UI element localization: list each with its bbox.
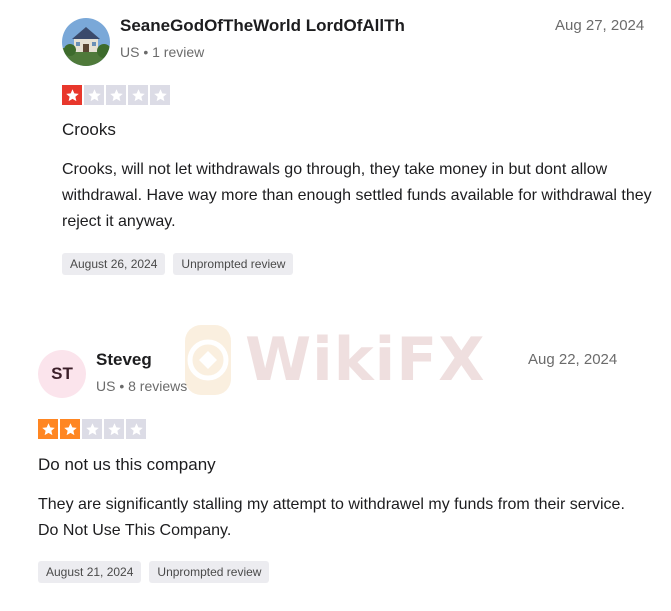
reviewer-name[interactable]: Steveg [96, 350, 152, 370]
star-empty-icon [104, 419, 124, 439]
experience-date-badge: August 21, 2024 [38, 561, 142, 583]
star-empty-icon [82, 419, 102, 439]
review-tags: August 21, 2024 Unprompted review [38, 561, 270, 583]
star-empty-icon [126, 419, 146, 439]
review-source-badge[interactable]: Unprompted review [149, 561, 270, 583]
avatar[interactable]: ST [38, 350, 86, 398]
review-card: ST Steveg US • 8 reviews Aug 22, 2024 Do… [0, 0, 671, 611]
star-rating [38, 419, 146, 439]
review-body: They are significantly stalling my attem… [38, 496, 625, 539]
review-date: Aug 22, 2024 [528, 351, 618, 368]
star-filled-icon [38, 419, 58, 439]
reviews-page: SeaneGodOfTheWorld LordOfAllTh US • 1 re… [0, 0, 671, 611]
star-filled-icon [60, 419, 80, 439]
reviewer-meta: US • 8 reviews [96, 378, 188, 394]
review-title[interactable]: Do not us this company [38, 455, 216, 475]
